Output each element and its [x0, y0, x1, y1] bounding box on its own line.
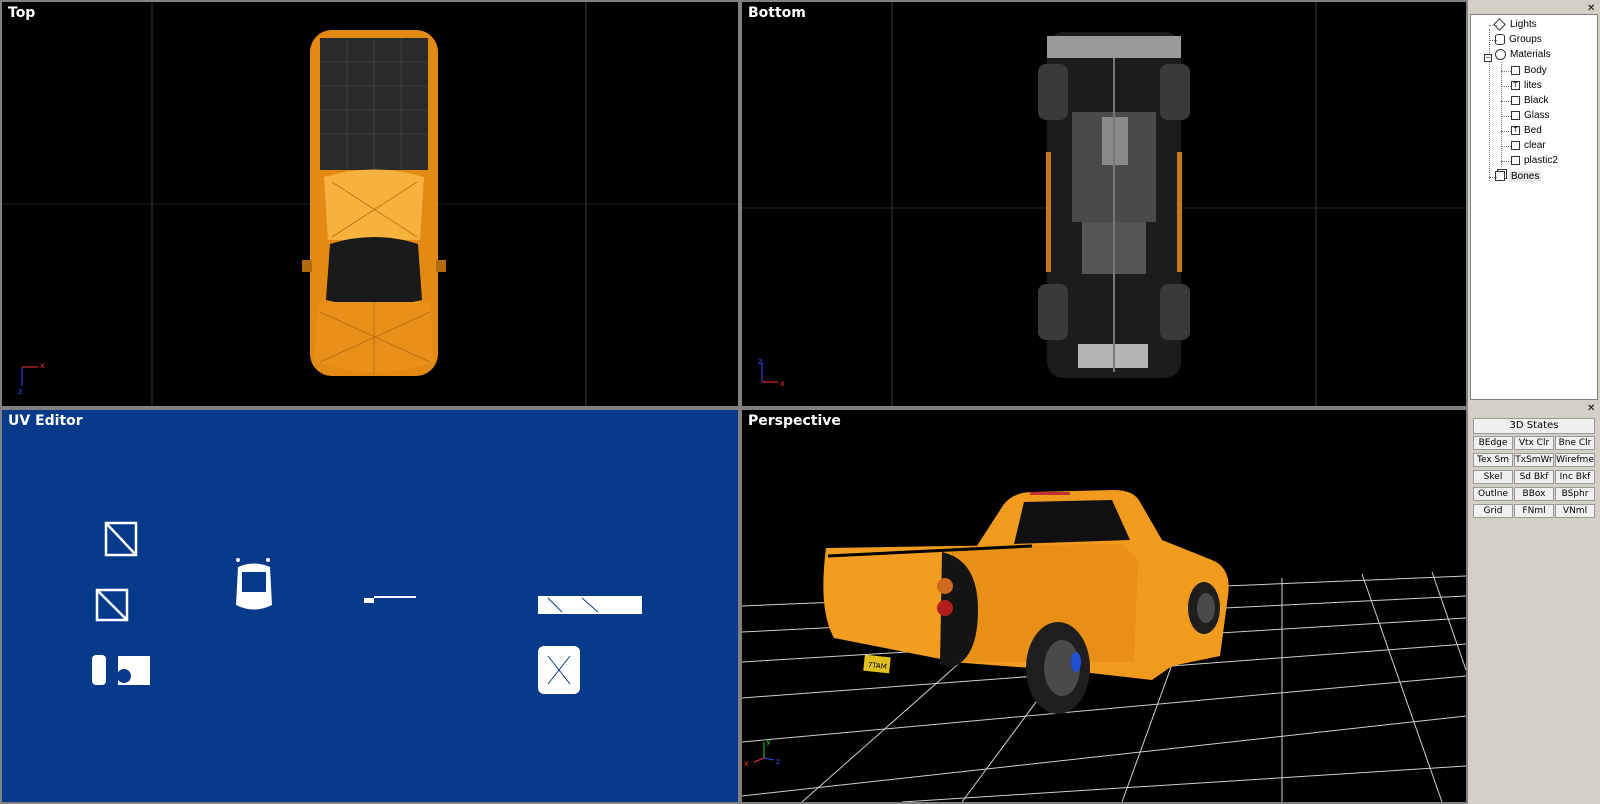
tree-item-label: Lights — [1510, 19, 1537, 30]
txsmwr-button[interactable]: TxSmWr — [1514, 453, 1554, 467]
tex-sm-button[interactable]: Tex Sm — [1473, 453, 1513, 467]
wireframe-button[interactable]: Wirefme — [1555, 453, 1595, 467]
bottom-view-scene: x z — [742, 2, 1466, 406]
tree-item-label: Glass — [1524, 110, 1550, 121]
viewport-title-perspective: Perspective — [748, 413, 841, 429]
vtx-clr-button[interactable]: Vtx Clr — [1514, 436, 1554, 450]
tree-item-label: Body — [1524, 65, 1547, 76]
truck-top-view — [302, 30, 446, 376]
tree-item-black[interactable]: Black — [1511, 94, 1548, 108]
viewport-title-top: Top — [8, 5, 36, 21]
tree-item-plastic2[interactable]: plastic2 — [1511, 154, 1558, 168]
perspective-viewport[interactable]: Perspective 7TAM y x z — [740, 408, 1468, 804]
tree-item-lites[interactable]: Tlites — [1511, 79, 1542, 93]
tree-item-bed[interactable]: T Bed — [1511, 124, 1542, 138]
bottom-viewport[interactable]: Bottom x z — [740, 0, 1468, 408]
truck-underside-view — [1038, 32, 1190, 378]
top-view-scene: x z — [2, 2, 738, 406]
tree-item-label: Bed — [1524, 125, 1542, 136]
material-item-icon — [1511, 95, 1520, 105]
axis-label-x: x — [780, 379, 785, 388]
sd-bkf-button[interactable]: Sd Bkf — [1514, 470, 1554, 484]
tree-item-glass[interactable]: Glass — [1511, 109, 1550, 123]
states-header-button[interactable]: 3D States — [1473, 418, 1595, 434]
tree-item-label: Black — [1524, 95, 1549, 106]
viewport-title-uv: UV Editor — [8, 413, 83, 429]
texture-item-icon: T — [1511, 80, 1520, 90]
tree-item-label: clear — [1524, 140, 1546, 151]
axis-label-z: z — [776, 757, 780, 766]
tree-item-label: Groups — [1509, 34, 1542, 45]
axis-gizmo-bottom: x z — [758, 357, 785, 388]
material-item-icon — [1511, 140, 1520, 150]
tree-item-label: Bones — [1509, 171, 1542, 182]
material-icon — [1495, 48, 1506, 60]
bsphr-button[interactable]: BSphr — [1555, 487, 1595, 501]
tree-item-groups[interactable]: Groups — [1495, 33, 1542, 47]
group-icon — [1495, 33, 1505, 45]
tree-item-label: lites — [1524, 80, 1542, 91]
tree-item-bones[interactable]: Bones — [1495, 170, 1542, 184]
axis-gizmo-top: x z — [18, 361, 45, 396]
uv-editor-viewport[interactable]: UV Editor — [0, 408, 740, 804]
skel-button[interactable]: Skel — [1473, 470, 1513, 484]
outline-button[interactable]: Outlne — [1473, 487, 1513, 501]
bedge-button[interactable]: BEdge — [1473, 436, 1513, 450]
bne-clr-button[interactable]: Bne Clr — [1555, 436, 1595, 450]
viewport-title-bottom: Bottom — [748, 5, 806, 21]
axis-label-z: z — [18, 387, 22, 396]
axis-label-x: x — [40, 361, 45, 370]
tree-item-materials[interactable]: Materials — [1495, 48, 1551, 62]
close-icon[interactable]: ✕ — [1587, 403, 1595, 414]
inc-bkf-button[interactable]: Inc Bkf — [1555, 470, 1595, 484]
scene-tree-panel: − Lights Groups Materials Body Tlites Bl… — [1470, 14, 1598, 400]
axis-label-x: x — [744, 759, 749, 768]
grid-button[interactable]: Grid — [1473, 504, 1513, 518]
tree-item-clear[interactable]: clear — [1511, 139, 1546, 153]
tree-item-lights[interactable]: Lights — [1493, 17, 1537, 32]
axis-label-y: y — [766, 737, 771, 746]
close-icon[interactable]: ✕ — [1587, 3, 1595, 14]
material-item-icon — [1511, 65, 1520, 75]
bbox-button[interactable]: BBox — [1514, 487, 1554, 501]
tree-item-body[interactable]: Body — [1511, 64, 1547, 78]
texture-item-icon: T — [1511, 125, 1520, 135]
truck-perspective: 7TAM — [823, 490, 1229, 714]
light-icon — [1493, 17, 1506, 31]
axis-label-z: z — [758, 357, 762, 366]
tree-item-label: Materials — [1510, 49, 1551, 60]
uv-islands — [92, 521, 642, 694]
perspective-scene: 7TAM y x z — [742, 490, 1466, 802]
fnml-button[interactable]: FNml — [1514, 504, 1554, 518]
top-viewport[interactable]: Top x z — [0, 0, 740, 408]
bones-icon — [1495, 171, 1505, 182]
material-item-icon — [1511, 110, 1520, 120]
vnml-button[interactable]: VNml — [1555, 504, 1595, 518]
material-item-icon — [1511, 155, 1520, 165]
tree-item-label: plastic2 — [1524, 155, 1558, 166]
